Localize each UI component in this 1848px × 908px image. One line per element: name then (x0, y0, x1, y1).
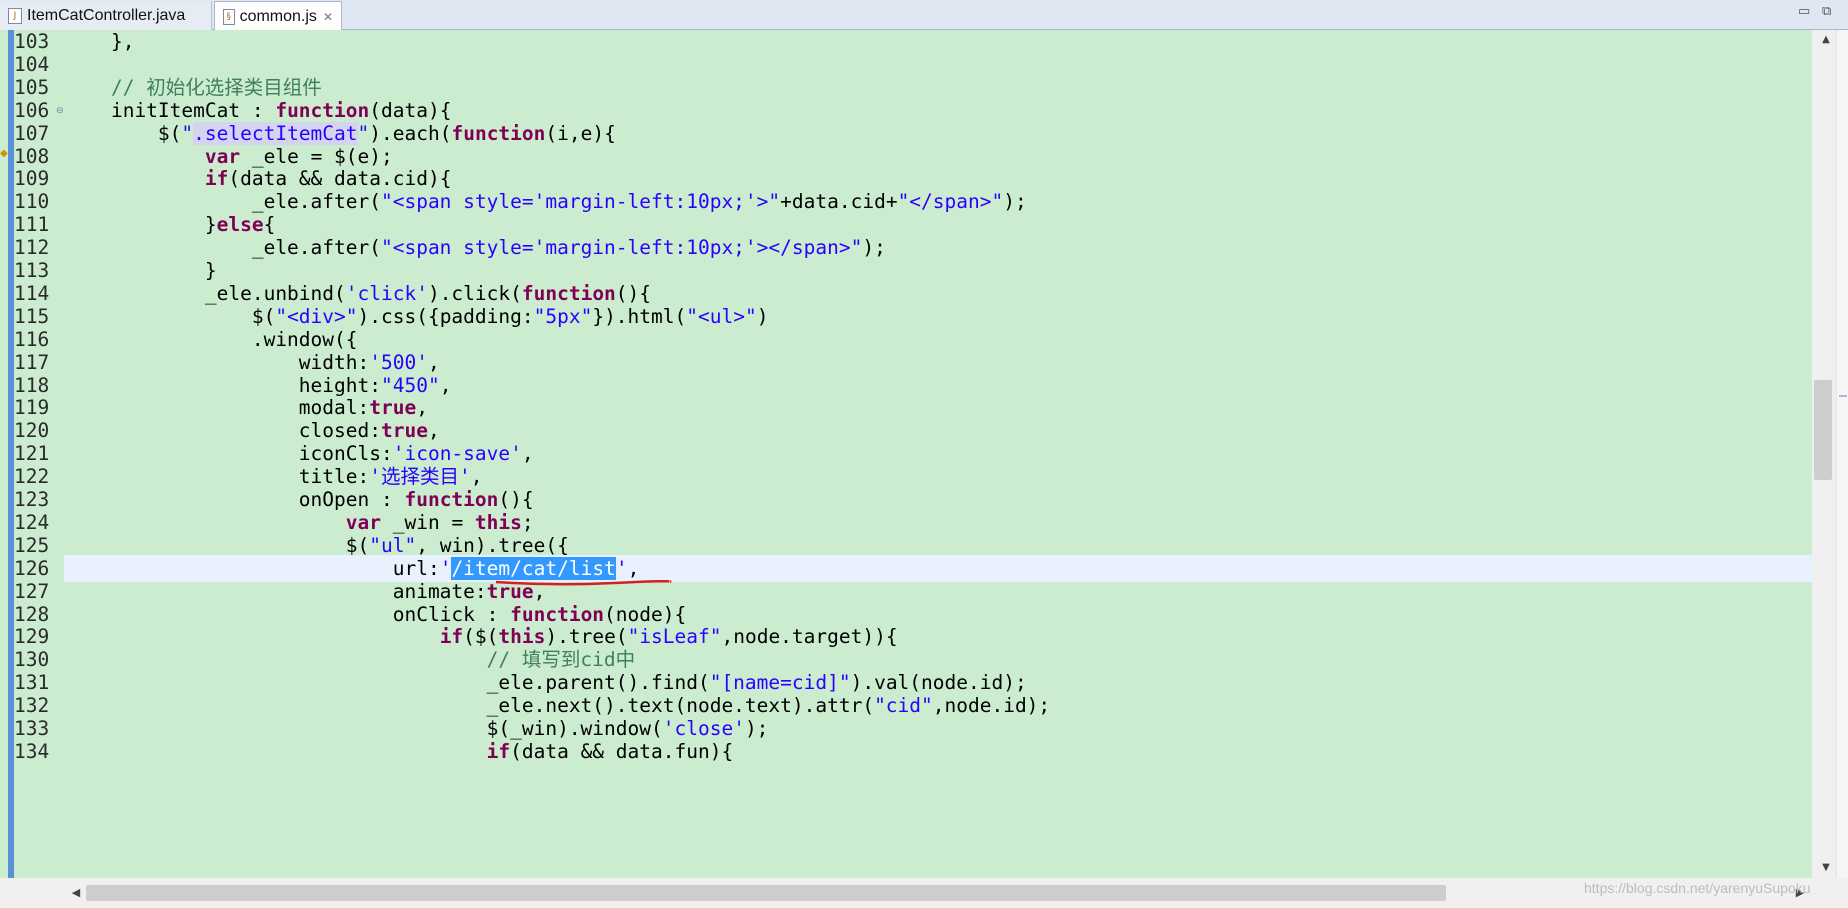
tab-label: ItemCatController.java (27, 6, 186, 24)
watermark: https://blog.csdn.net/yarenyuSupoku (1584, 880, 1811, 896)
scrollbar-corner (0, 878, 64, 908)
minimize-icon[interactable]: ▭ (1798, 4, 1810, 19)
warning-marker-icon[interactable]: ◆ (0, 147, 8, 161)
tab-common-js[interactable]: § common.js ✕ (214, 1, 342, 31)
vertical-scrollbar[interactable]: ▲ ▼ (1812, 30, 1848, 878)
line-number: 134 (14, 739, 50, 763)
occurrence-highlight: .selectItemCat (193, 121, 358, 145)
horizontal-scroll-thumb[interactable] (86, 885, 1446, 901)
java-file-icon: J (8, 7, 22, 24)
tab-itemcatcontroller[interactable]: J ItemCatController.java (0, 1, 212, 30)
close-icon[interactable]: ✕ (323, 10, 333, 24)
tab-label: common.js (239, 7, 317, 25)
horizontal-scrollbar[interactable]: ◀ ▶ (64, 878, 1812, 908)
code-area[interactable]: }, // 初始化选择类目组件 initItemCat : function(d… (64, 30, 1812, 878)
overview-ruler[interactable] (1836, 30, 1848, 878)
code-line-text: if(data && data.fun){ (486, 739, 734, 763)
js-file-icon: § (223, 8, 235, 25)
line-number-gutter: 103 104 105 106 ⊖ 107 108 109 110 111 112 113 114 115… (14, 30, 64, 878)
scroll-left-arrow-icon[interactable]: ◀ (68, 884, 84, 902)
fold-toggle-icon[interactable]: ⊖ (56, 97, 64, 124)
code-editor[interactable]: ◆ 103 104 105 106 ⊖ 107 108 109 110 111 112 113 114 1… (0, 30, 1848, 878)
scroll-down-arrow-icon[interactable]: ▼ (1816, 860, 1836, 876)
scroll-up-arrow-icon[interactable]: ▲ (1816, 32, 1836, 48)
code-line[interactable]: if(data && data.fun){ (64, 738, 1812, 765)
selected-text: /item/cat/list (451, 556, 616, 580)
occurrence-marker[interactable] (1839, 395, 1847, 397)
scrollbar-corner (1812, 878, 1848, 908)
maximize-icon[interactable]: ⧉ (1822, 4, 1831, 19)
vertical-scroll-thumb[interactable] (1814, 380, 1832, 480)
editor-tab-bar: J ItemCatController.java § common.js ✕ ▭… (0, 0, 1848, 31)
